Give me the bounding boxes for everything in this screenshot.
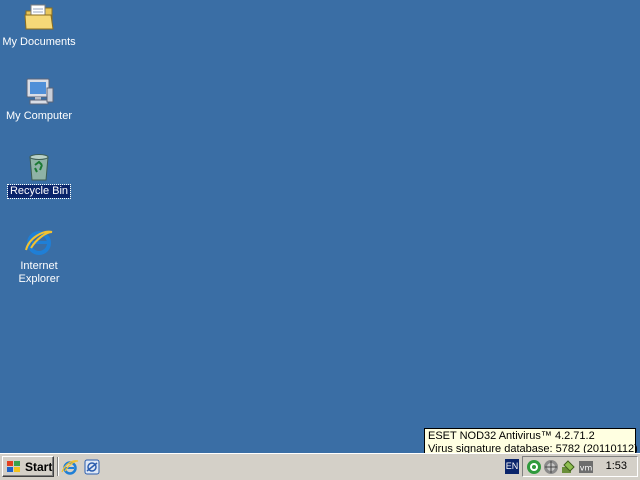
desktop[interactable]: My Documents My Computer Recycle Bin Int…: [0, 0, 640, 453]
internet-explorer-icon: [25, 230, 53, 255]
taskbar: Start EN vm 1:53: [0, 453, 640, 480]
desktop-icon-my-documents[interactable]: My Documents: [0, 2, 78, 49]
recycle-bin-icon: [29, 154, 49, 181]
language-indicator[interactable]: EN: [505, 459, 519, 474]
svg-text:vm: vm: [580, 464, 593, 473]
start-label: Start: [25, 459, 53, 474]
clock[interactable]: 1:53: [606, 460, 627, 472]
outlook-express-icon[interactable]: [83, 458, 101, 476]
computer-icon: [26, 78, 54, 105]
system-tray: vm 1:53: [522, 456, 638, 477]
eset-nod32-icon[interactable]: [526, 459, 542, 475]
desktop-icon-label: My Computer: [5, 110, 73, 122]
quick-launch-separator: [57, 457, 59, 476]
desktop-icon-label: My Documents: [2, 36, 76, 48]
desktop-icon-label: Internet Explorer: [18, 260, 60, 285]
internet-explorer-icon[interactable]: [61, 458, 79, 476]
start-button[interactable]: Start: [2, 456, 54, 477]
folder-documents-icon: [24, 4, 54, 30]
desktop-icon-internet-explorer[interactable]: Internet Explorer: [0, 226, 78, 286]
tooltip-line-product: ESET NOD32 Antivirus™ 4.2.71.2: [428, 430, 595, 442]
safely-remove-hardware-icon[interactable]: [560, 459, 576, 475]
desktop-icon-my-computer[interactable]: My Computer: [0, 76, 78, 123]
desktop-icon-recycle-bin[interactable]: Recycle Bin: [0, 151, 78, 199]
network-icon[interactable]: [543, 459, 559, 475]
vmware-tools-icon[interactable]: vm: [578, 459, 594, 475]
windows-logo-icon: [7, 460, 20, 472]
desktop-icon-label: Recycle Bin: [6, 184, 72, 199]
